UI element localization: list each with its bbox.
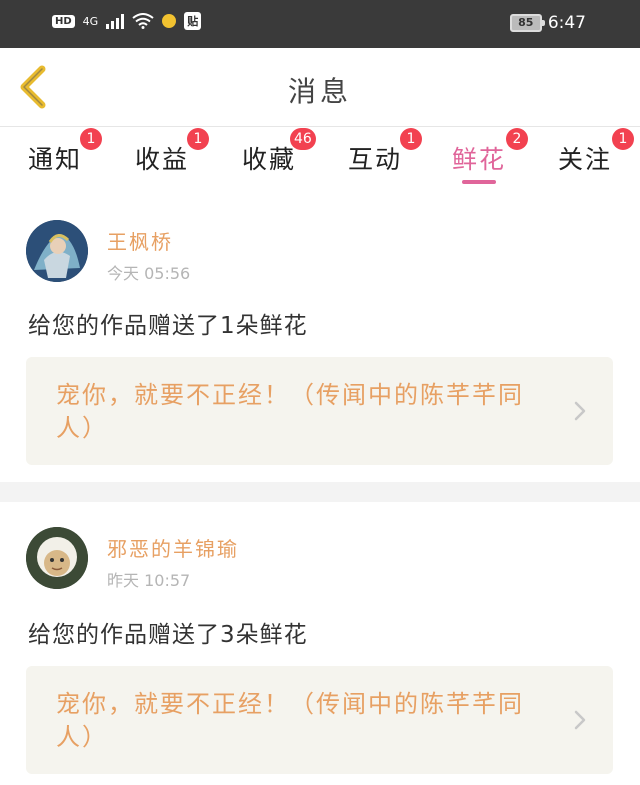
tieba-app-icon: 贴 — [184, 12, 202, 30]
flower-notification-card: 王枫桥 今天 05:56 给您的作品赠送了1朵鲜花 宠你，就要不正经！（传闻中的… — [0, 188, 640, 482]
tab-earnings[interactable]: 收益 1 — [117, 128, 209, 188]
flower-notification-card: 邪恶的羊锦瑜 昨天 10:57 给您的作品赠送了3朵鲜花 宠你，就要不正经！（传… — [0, 502, 640, 785]
avatar[interactable] — [26, 527, 88, 589]
active-tab-indicator — [462, 180, 496, 184]
tab-following[interactable]: 关注 1 — [540, 128, 634, 188]
status-bar: HD 4G 贴 85 6:47 — [0, 0, 640, 48]
work-link[interactable]: 宠你，就要不正经！（传闻中的陈芊芊同人） — [26, 666, 613, 774]
status-icons-left: HD 4G 贴 — [52, 12, 202, 30]
timestamp: 昨天 10:57 — [107, 571, 191, 590]
sender-name[interactable]: 王枫桥 — [107, 226, 173, 255]
unread-badge: 1 — [80, 128, 102, 150]
unread-badge: 1 — [187, 128, 209, 150]
wifi-icon — [132, 13, 154, 29]
timestamp: 今天 05:56 — [107, 264, 191, 283]
header: 消息 — [0, 48, 640, 127]
flower-message: 给您的作品赠送了1朵鲜花 — [28, 313, 308, 339]
network-type: 4G — [82, 14, 99, 28]
work-title: 宠你，就要不正经！（传闻中的陈芊芊同人） — [56, 381, 524, 442]
sender-name[interactable]: 邪恶的羊锦瑜 — [107, 533, 239, 562]
tab-interactions[interactable]: 互动 1 — [330, 128, 422, 188]
hd-icon: HD — [52, 14, 75, 28]
signal-icon — [106, 13, 125, 29]
unread-badge: 46 — [290, 128, 316, 150]
status-icons-right: 85 6:47 — [509, 13, 586, 33]
avatar[interactable] — [26, 220, 88, 282]
tab-favorites[interactable]: 收藏 46 — [224, 128, 316, 188]
battery-icon: 85 — [509, 14, 545, 32]
chevron-right-icon — [574, 710, 586, 730]
section-divider — [0, 482, 640, 502]
clock: 6:47 — [547, 13, 586, 33]
unread-badge: 2 — [506, 128, 528, 150]
page-title: 消息 — [287, 75, 352, 108]
work-title: 宠你，就要不正经！（传闻中的陈芊芊同人） — [56, 690, 524, 751]
unread-badge: 1 — [400, 128, 422, 150]
notification-app-icon — [162, 14, 177, 28]
tab-notice[interactable]: 通知 1 — [10, 128, 102, 188]
chevron-right-icon — [574, 401, 586, 421]
tab-flowers[interactable]: 鲜花 2 — [434, 128, 528, 188]
work-link[interactable]: 宠你，就要不正经！（传闻中的陈芊芊同人） — [26, 357, 613, 465]
unread-badge: 1 — [612, 128, 634, 150]
flower-message: 给您的作品赠送了3朵鲜花 — [28, 622, 308, 648]
message-tabs: 通知 1 收益 1 收藏 46 互动 1 鲜花 2 关注 1 — [0, 126, 640, 188]
